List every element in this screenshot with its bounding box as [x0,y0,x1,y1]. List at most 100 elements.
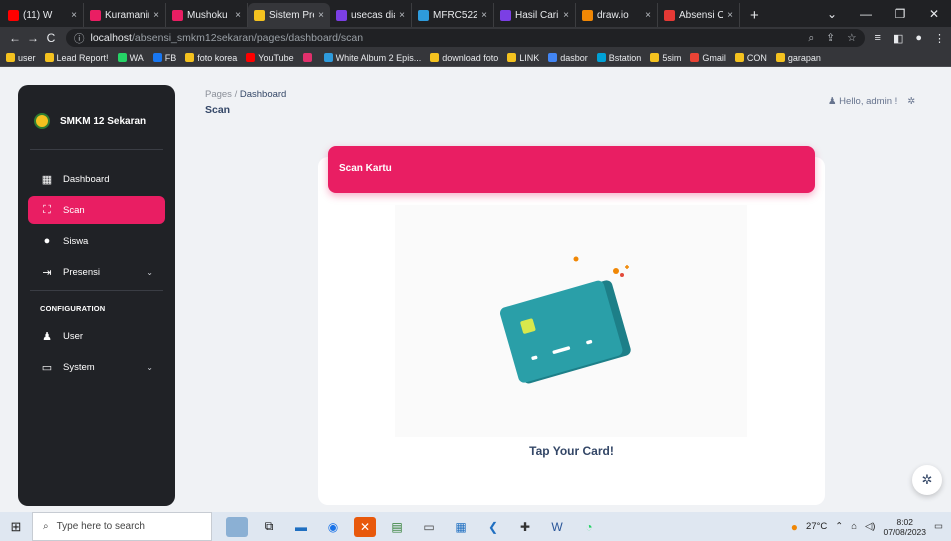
bookmark-item[interactable]: WA [117,52,144,63]
task-view-icon[interactable]: ⧉ [258,517,280,537]
search-highlight-icon[interactable] [226,516,248,537]
tab-close-icon[interactable]: × [481,10,487,21]
whatsapp-icon[interactable]: ◔ [578,517,600,537]
tab-title: Hasil Cari [515,9,559,21]
bookmark-label: user [18,52,36,63]
bookmark-item[interactable]: user [6,53,36,63]
bookmark-label: WA [129,52,144,63]
browser-tab[interactable]: (11) W × [2,3,84,27]
weather-temperature[interactable]: 27°C [806,521,827,532]
browser-tab[interactable]: MFRC522 × [412,3,494,27]
browser-tab[interactable]: Absensi O × [658,3,740,27]
file-explorer-icon[interactable]: ▬ [290,517,312,537]
tab-favicon-icon [664,9,675,21]
tab-close-icon[interactable]: × [563,10,569,21]
store-icon[interactable]: ▦ [450,517,472,537]
bookmark-item[interactable]: garapan [775,53,821,63]
bookmark-icon [650,53,660,62]
sidebar-item-system[interactable]: ▭ System ⌄ [28,353,165,381]
profile-icon[interactable]: ● [915,32,922,45]
breadcrumb-root[interactable]: Pages [205,89,232,100]
browser-tab[interactable]: Sistem Pre × [248,3,330,27]
minimize-button[interactable]: — [849,7,883,21]
bookmark-item[interactable]: download foto [430,53,498,63]
taskbar-search-input[interactable]: ⌕ Type here to search [32,512,212,541]
forward-icon[interactable]: → [24,31,42,45]
bookmark-item[interactable]: YouTube [246,53,294,63]
bookmark-icon [246,53,256,62]
sidebar-item-presensi[interactable]: ⇥ Presensi ⌄ [28,258,165,286]
chevron-down-icon: ⌄ [146,267,153,277]
browser-tab[interactable]: usecas dia × [330,3,412,27]
url-input[interactable]: ⓘ localhost/absensi_smkm12sekaran/pages/… [66,29,865,47]
tab-favicon-icon [90,9,101,21]
bookmark-icon [775,53,785,62]
word-icon[interactable]: W [546,517,568,537]
reading-list-icon[interactable]: ≡ [875,32,881,45]
tray-overflow-icon[interactable]: ⌃ [835,521,843,532]
chrome-icon[interactable]: ◉ [322,517,344,537]
greeting-text: Hello, admin ! [839,96,898,107]
notifications-icon[interactable]: ▭ [934,521,943,532]
side-panel-icon[interactable]: ◧ [893,32,903,45]
tab-favicon-icon [582,9,593,21]
game-icon[interactable]: ✚ [514,517,536,537]
bookmark-item[interactable]: LINK [507,53,539,63]
terminal-icon[interactable]: ▭ [418,517,440,537]
tab-close-icon[interactable]: × [71,10,77,21]
bookmark-item[interactable]: CON [734,53,767,63]
tab-close-icon[interactable]: × [235,10,241,21]
bookmark-item[interactable]: Bstation [596,53,641,63]
tab-close-icon[interactable]: × [153,10,159,21]
sidebar-item-user[interactable]: ♟ User [28,322,165,350]
sidebar-item-siswa[interactable]: ● Siswa [28,227,165,255]
network-icon[interactable]: ⌂ [851,521,857,532]
notepad-icon[interactable]: ▤ [386,517,408,537]
tab-close-icon[interactable]: × [727,10,733,21]
vscode-icon[interactable]: ❮ [482,517,504,537]
bookmark-item[interactable] [302,53,315,62]
xampp-icon[interactable]: ✕ [354,516,376,537]
close-window-button[interactable]: ✕ [917,7,951,21]
bookmark-star-icon[interactable]: ☆ [847,32,856,45]
new-tab-button[interactable]: + [740,3,769,27]
configurator-gear-icon[interactable]: ✲ [912,465,942,495]
bookmark-item[interactable]: Lead Report! [44,52,109,63]
reload-icon[interactable]: C [42,31,60,45]
sidebar-item-scan[interactable]: ⛶ Scan [28,196,165,224]
tab-search-icon[interactable]: ⌄ [815,7,849,21]
brand[interactable]: SMKM 12 Sekaran [34,113,146,129]
sidebar-item-label: Siswa [63,235,89,247]
settings-gear-icon[interactable]: ✲ [907,96,915,107]
windows-start-icon[interactable]: ⊞ [0,519,32,535]
user-greeting[interactable]: ♟ Hello, admin ! [828,96,897,107]
tab-close-icon[interactable]: × [645,10,651,21]
browser-tab[interactable]: Hasil Cari × [494,3,576,27]
restore-button[interactable]: ❐ [883,7,917,21]
clock[interactable]: 8:02 07/08/2023 [883,517,926,537]
bookmark-item[interactable]: dasbor [548,53,588,63]
tab-title: Absensi O [679,9,724,21]
login-icon: ⇥ [42,266,52,279]
bookmark-item[interactable]: FB [152,53,176,63]
bookmark-item[interactable]: White Album 2 Epis... [323,53,421,63]
bookmark-label: 5sim [662,52,682,63]
bookmark-item[interactable]: 5sim [650,53,681,63]
bookmark-icon [690,53,700,62]
share-icon[interactable]: ⇪ [826,32,835,45]
zoom-icon[interactable]: ⌕ [808,32,814,45]
bookmark-label: dasbor [560,52,588,63]
site-info-icon[interactable]: ⓘ [74,31,85,46]
bookmark-item[interactable]: foto korea [185,53,237,63]
bookmark-label: Lead Report! [56,52,109,63]
menu-icon[interactable]: ⋮ [934,32,945,45]
browser-tab[interactable]: Mushoku × [166,3,248,27]
volume-icon[interactable]: ◁) [865,521,875,532]
browser-tab[interactable]: Kuramanin × [84,3,166,27]
bookmark-item[interactable]: Gmail [690,53,726,63]
tab-close-icon[interactable]: × [399,10,405,21]
tab-close-icon[interactable]: × [318,10,324,21]
browser-tab[interactable]: draw.io × [576,3,658,27]
sidebar-item-dashboard[interactable]: ▦ Dashboard [28,165,165,193]
back-icon[interactable]: ← [6,31,24,45]
